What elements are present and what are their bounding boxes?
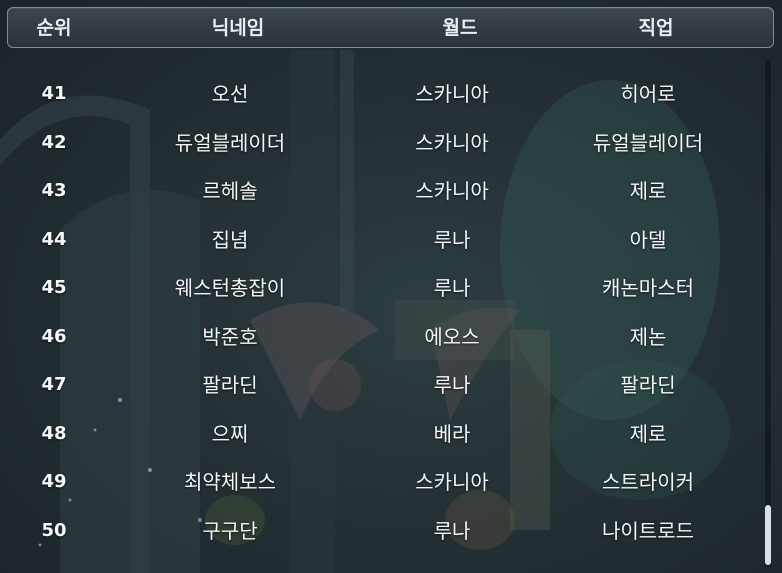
job-cell: 히어로 xyxy=(620,82,676,106)
table-row[interactable]: 43 르헤솔 스카니아 제로 xyxy=(0,173,760,209)
job-cell: 제로 xyxy=(629,422,667,446)
nickname-cell: 박준호 xyxy=(202,325,258,349)
rank-cell: 43 xyxy=(41,180,67,201)
rank-cell: 45 xyxy=(41,277,67,298)
rank-cell: 42 xyxy=(41,132,67,153)
world-cell: 루나 xyxy=(433,228,471,252)
job-cell: 아델 xyxy=(629,228,667,252)
table-row[interactable]: 48 으찌 베라 제로 xyxy=(0,416,760,452)
rank-cell: 48 xyxy=(41,423,67,444)
nickname-cell: 르헤솔 xyxy=(202,179,258,203)
world-cell: 루나 xyxy=(433,276,471,300)
job-cell: 듀얼블레이더 xyxy=(592,131,704,155)
job-cell: 나이트로드 xyxy=(602,519,694,543)
world-cell: 스카니아 xyxy=(415,82,489,106)
header-rank: 순위 xyxy=(36,17,72,39)
nickname-cell: 집념 xyxy=(211,228,249,252)
job-cell: 캐논마스터 xyxy=(602,276,694,300)
world-cell: 스카니아 xyxy=(415,131,489,155)
job-cell: 스트라이커 xyxy=(602,470,694,494)
scrollbar-thumb[interactable] xyxy=(765,505,771,565)
table-row[interactable]: 42 듀얼블레이더 스카니아 듀얼블레이더 xyxy=(0,125,760,161)
table-row[interactable]: 46 박준호 에오스 제논 xyxy=(0,319,760,355)
world-cell: 스카니아 xyxy=(415,470,489,494)
job-cell: 제로 xyxy=(629,179,667,203)
nickname-cell: 오선 xyxy=(211,82,249,106)
nickname-cell: 듀얼블레이더 xyxy=(174,131,286,155)
nickname-cell: 구구단 xyxy=(202,519,258,543)
world-cell: 스카니아 xyxy=(415,179,489,203)
world-cell: 베라 xyxy=(433,422,471,446)
nickname-cell: 으찌 xyxy=(211,422,249,446)
ranking-header: 순위 닉네임 월드 직업 xyxy=(7,7,774,48)
ranking-list: 41 오선 스카니아 히어로 42 듀얼블레이더 스카니아 듀얼블레이더 43 … xyxy=(0,70,760,570)
rank-cell: 46 xyxy=(41,326,67,347)
table-row[interactable]: 47 팔라딘 루나 팔라딘 xyxy=(0,367,760,403)
rank-cell: 47 xyxy=(41,374,67,395)
header-nickname: 닉네임 xyxy=(211,17,265,39)
header-job: 직업 xyxy=(638,17,674,39)
world-cell: 에오스 xyxy=(424,325,480,349)
table-row[interactable]: 45 웨스턴총잡이 루나 캐논마스터 xyxy=(0,270,760,306)
scrollbar-track[interactable] xyxy=(765,60,771,568)
rank-cell: 50 xyxy=(41,520,67,541)
header-world: 월드 xyxy=(442,17,478,39)
rank-cell: 44 xyxy=(41,229,67,250)
job-cell: 팔라딘 xyxy=(620,373,676,397)
table-row[interactable]: 50 구구단 루나 나이트로드 xyxy=(0,513,760,549)
nickname-cell: 웨스턴총잡이 xyxy=(174,276,286,300)
world-cell: 루나 xyxy=(433,519,471,543)
nickname-cell: 팔라딘 xyxy=(202,373,258,397)
table-row[interactable]: 44 집념 루나 아델 xyxy=(0,222,760,258)
nickname-cell: 최약체보스 xyxy=(184,470,276,494)
world-cell: 루나 xyxy=(433,373,471,397)
table-row[interactable]: 41 오선 스카니아 히어로 xyxy=(0,76,760,112)
rank-cell: 49 xyxy=(41,471,67,492)
table-row[interactable]: 49 최약체보스 스카니아 스트라이커 xyxy=(0,464,760,500)
rank-cell: 41 xyxy=(41,83,67,104)
job-cell: 제논 xyxy=(629,325,667,349)
